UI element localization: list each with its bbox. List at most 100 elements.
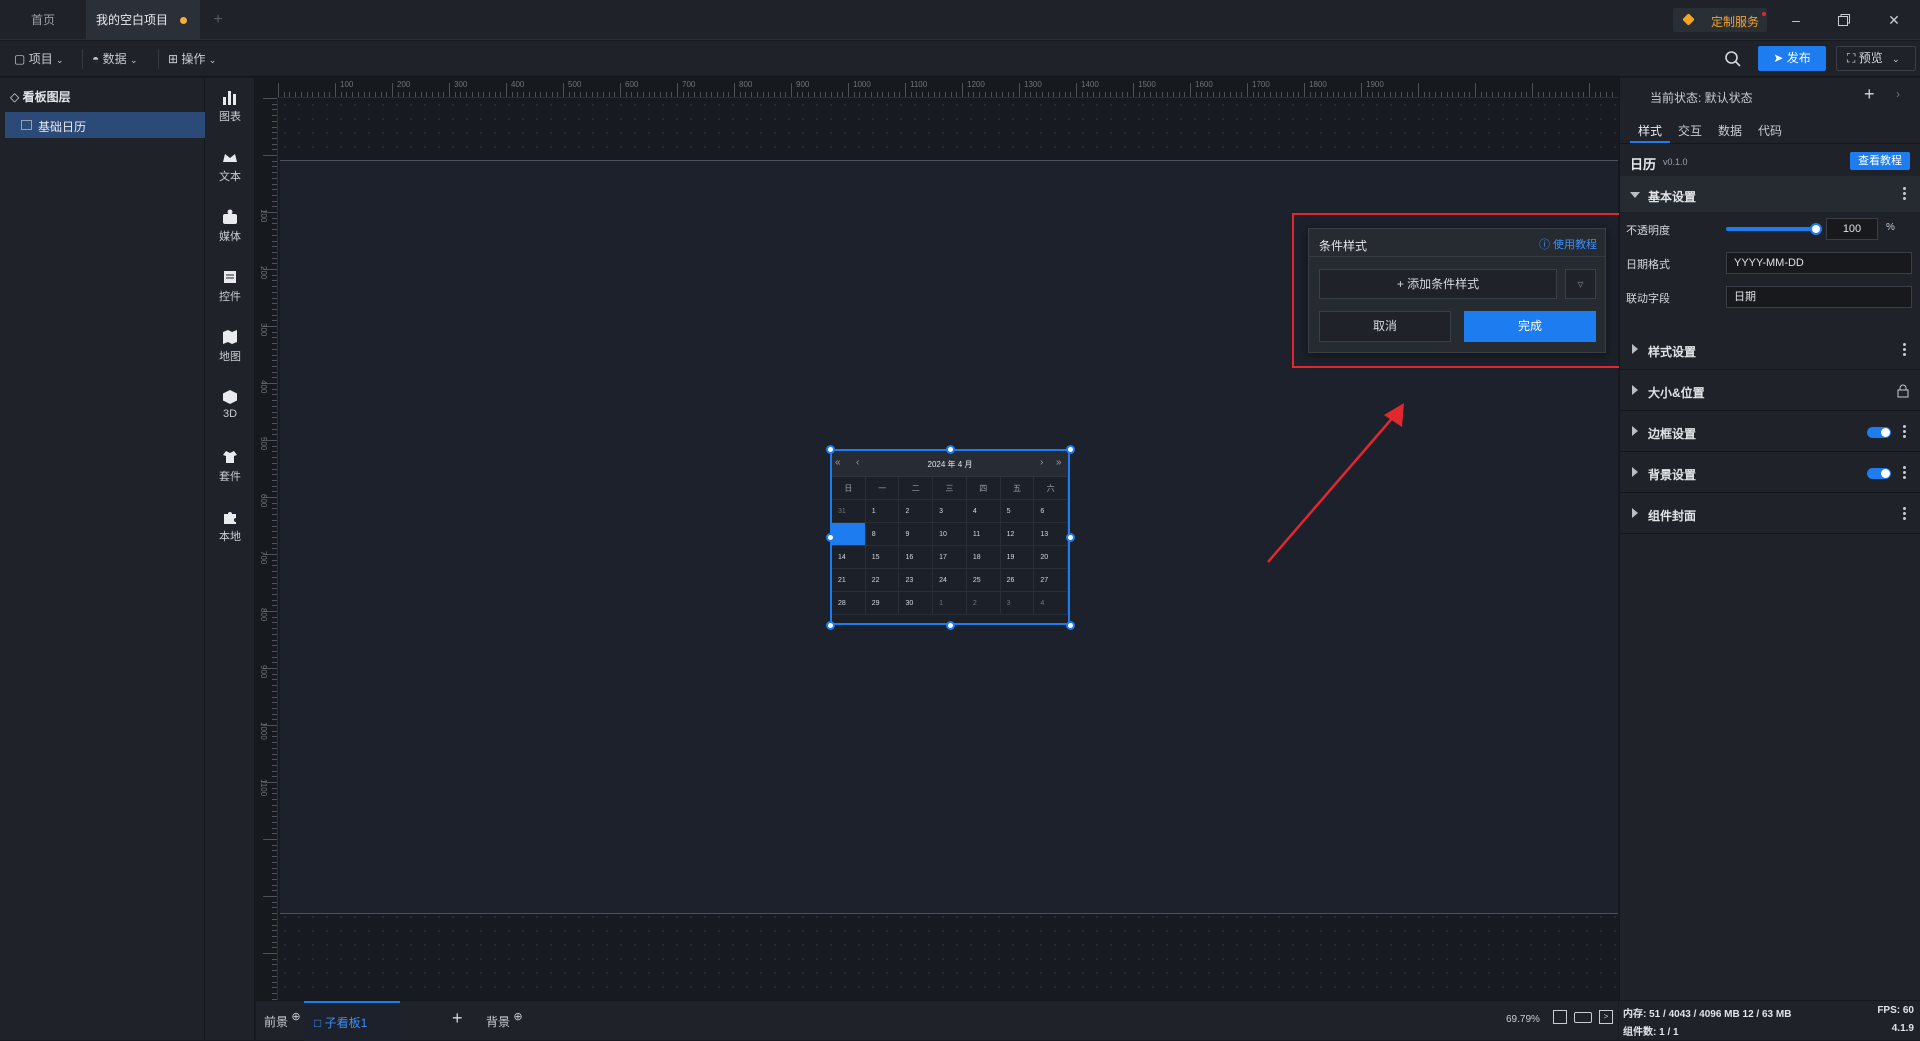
calendar-day[interactable]: 26: [1001, 569, 1035, 591]
calendar-day[interactable]: 3: [1001, 592, 1035, 614]
calendar-day[interactable]: 19: [1001, 546, 1035, 568]
calendar-day[interactable]: 9: [899, 523, 934, 545]
operate-menu[interactable]: ⊞ 操作 ⌄: [168, 50, 216, 68]
custom-service-button[interactable]: 定制服务: [1673, 8, 1767, 32]
resize-handle[interactable]: [1066, 533, 1075, 542]
preview-button[interactable]: ⛶ 预览 ⌄: [1836, 46, 1916, 71]
calendar-day[interactable]: 28: [832, 592, 866, 614]
calendar-day[interactable]: 14: [832, 546, 866, 568]
calendar-day[interactable]: 1: [866, 500, 900, 522]
terminal-icon[interactable]: >: [1599, 1010, 1613, 1024]
calendar-component[interactable]: « ‹ 2024 年 4 月 › » 日一二三四五六 31 1 2 3 4 5 6 8 9 10 11…: [830, 449, 1070, 625]
tutorial-button[interactable]: 查看教程: [1850, 152, 1910, 170]
calendar-day[interactable]: 8: [866, 523, 900, 545]
calendar-day[interactable]: 11: [967, 523, 1001, 545]
opacity-input[interactable]: 100: [1826, 218, 1878, 240]
more-icon[interactable]: [1903, 342, 1907, 358]
calendar-day[interactable]: 4: [967, 500, 1001, 522]
calendar-day[interactable]: 1: [933, 592, 967, 614]
resize-handle[interactable]: [1066, 621, 1075, 630]
tab-data[interactable]: 数据: [1718, 122, 1742, 139]
calendar-day[interactable]: 17: [933, 546, 967, 568]
cancel-button[interactable]: 取消: [1319, 311, 1451, 342]
search-icon[interactable]: [1724, 50, 1742, 68]
cover-section[interactable]: 组件封面: [1620, 494, 1920, 534]
calendar-day[interactable]: [832, 523, 866, 545]
more-icon[interactable]: [1903, 465, 1907, 481]
resize-handle[interactable]: [1066, 445, 1075, 454]
style-settings-section[interactable]: 样式设置: [1620, 330, 1920, 370]
resize-handle[interactable]: [826, 621, 835, 630]
calendar-day[interactable]: 18: [967, 546, 1001, 568]
calendar-day[interactable]: 16: [899, 546, 934, 568]
tab-project[interactable]: 我的空白项目: [86, 0, 200, 40]
more-icon[interactable]: [1903, 506, 1907, 522]
calendar-day[interactable]: 22: [866, 569, 900, 591]
opacity-slider[interactable]: [1726, 223, 1822, 235]
help-link[interactable]: ⓘ 使用教程: [1539, 236, 1597, 252]
component-control[interactable]: 控件: [205, 268, 255, 304]
opacity-slider-thumb[interactable]: [1810, 223, 1822, 235]
size-position-section[interactable]: 大小&位置: [1620, 371, 1920, 411]
calendar-day[interactable]: 13: [1034, 523, 1069, 545]
zoom-level[interactable]: 69.79%: [1506, 1014, 1540, 1025]
publish-button[interactable]: ➤ 发布: [1758, 46, 1826, 71]
add-conditional-style-button[interactable]: + 添加条件样式: [1319, 269, 1557, 299]
calendar-day[interactable]: 3: [933, 500, 967, 522]
calendar-day[interactable]: 5: [1001, 500, 1035, 522]
data-menu[interactable]: ◓ 数据 ⌄: [92, 50, 138, 68]
calendar-day[interactable]: 15: [866, 546, 900, 568]
vertical-ruler[interactable]: 100 200 300 400 500 600 700 800 900 1000 1100: [256, 98, 278, 1000]
add-state-icon[interactable]: +: [1864, 84, 1875, 105]
calendar-day[interactable]: 12: [1001, 523, 1035, 545]
date-format-input[interactable]: YYYY-MM-DD: [1726, 252, 1912, 274]
project-menu[interactable]: ▢ 项目 ⌄: [14, 50, 64, 68]
horizontal-ruler[interactable]: 100 200 300 400 500 600 700 800 900 1000 1100 1200 1…: [278, 78, 1618, 98]
calendar-day[interactable]: 10: [933, 523, 967, 545]
resize-handle[interactable]: [946, 621, 955, 630]
resize-handle[interactable]: [826, 533, 835, 542]
component-map[interactable]: 地图: [205, 328, 255, 364]
subboard-tab[interactable]: □ 子看板1: [304, 1001, 400, 1041]
calendar-day[interactable]: 2: [899, 500, 934, 522]
calendar-day[interactable]: 29: [866, 592, 900, 614]
background-settings-section[interactable]: 背景设置: [1620, 453, 1920, 493]
chevron-right-icon[interactable]: ›: [1896, 87, 1900, 101]
lock-icon[interactable]: [1897, 384, 1909, 398]
component-local[interactable]: 本地: [205, 508, 255, 544]
calendar-day[interactable]: 31: [832, 500, 866, 522]
border-toggle[interactable]: [1867, 427, 1891, 438]
calendar-day[interactable]: 30: [899, 592, 934, 614]
calendar-day[interactable]: 2: [967, 592, 1001, 614]
link-field-input[interactable]: 日期: [1726, 286, 1912, 308]
component-media[interactable]: 媒体: [205, 208, 255, 244]
calendar-day[interactable]: 23: [899, 569, 934, 591]
resize-handle[interactable]: [826, 445, 835, 454]
tab-home[interactable]: 首页: [0, 0, 86, 40]
add-circle-icon[interactable]: ⊕: [513, 1011, 522, 1023]
keyboard-icon[interactable]: [1574, 1012, 1592, 1023]
calendar-day[interactable]: 24: [933, 569, 967, 591]
component-kit[interactable]: 套件: [205, 448, 255, 484]
add-board-button[interactable]: +: [452, 1008, 463, 1029]
more-icon[interactable]: [1903, 186, 1907, 202]
background-toggle[interactable]: [1867, 468, 1891, 479]
more-icon[interactable]: [1903, 424, 1907, 440]
calendar-day[interactable]: 25: [967, 569, 1001, 591]
add-circle-icon[interactable]: ⊕: [291, 1011, 300, 1023]
next-month-icon[interactable]: ›: [1040, 457, 1043, 468]
calendar-day[interactable]: 4: [1034, 592, 1069, 614]
calendar-day[interactable]: 21: [832, 569, 866, 591]
calendar-day[interactable]: 6: [1034, 500, 1069, 522]
resize-handle[interactable]: [946, 445, 955, 454]
close-icon[interactable]: ✕: [1884, 10, 1904, 30]
done-button[interactable]: 完成: [1464, 311, 1596, 342]
restore-icon[interactable]: [1834, 10, 1854, 30]
new-tab-button[interactable]: +: [208, 0, 228, 40]
foreground-tab[interactable]: 前景 ⊕: [264, 1011, 301, 1030]
basic-settings-header[interactable]: 基本设置: [1620, 176, 1920, 212]
calendar-day[interactable]: 20: [1034, 546, 1069, 568]
calendar-day[interactable]: 27: [1034, 569, 1069, 591]
tab-code[interactable]: 代码: [1758, 122, 1782, 139]
component-text[interactable]: 文本: [205, 148, 255, 184]
